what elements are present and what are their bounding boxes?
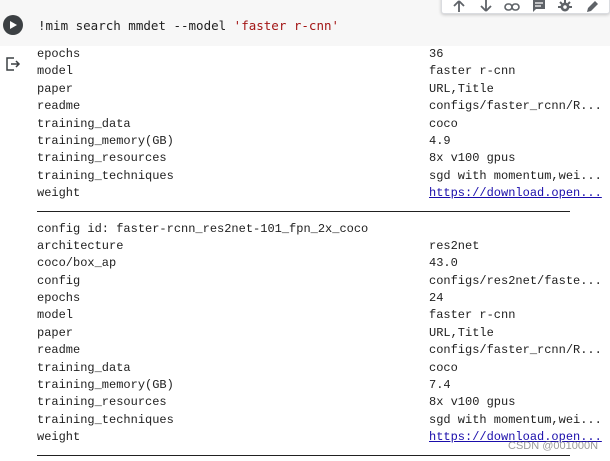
output-key: training_data [37, 360, 131, 375]
output-row: training_techniques sgd with momentum,wei… [37, 168, 610, 185]
output-key: paper [37, 81, 74, 96]
output-value: https://download.open... [429, 185, 610, 202]
output-value: faster r-cnn [429, 308, 516, 323]
output-value: coco [429, 116, 458, 131]
output-key: epochs [37, 47, 81, 61]
move-down-icon[interactable] [478, 0, 494, 12]
output-key: readme [37, 99, 81, 114]
weight-link[interactable]: https://download.open... [429, 186, 602, 200]
output-value: coco [429, 360, 458, 375]
settings-icon[interactable] [557, 0, 573, 12]
output-actions-icon[interactable] [5, 56, 21, 72]
output-key: training_techniques [37, 168, 174, 183]
output-row: training_techniques sgd with momentum,wei… [37, 412, 610, 429]
output-value: faster r-cnn [429, 64, 516, 79]
output-value: 43.0 [429, 256, 458, 271]
output-row: epochs 24 [37, 290, 610, 307]
output-value: sgd with momentum,wei... [429, 168, 602, 183]
output-value: res2net [429, 238, 480, 253]
output-value: URL,Title [429, 81, 494, 96]
output-key: weight [37, 430, 81, 445]
output-key: coco/box_ap [37, 256, 117, 271]
output-row: coco/box_ap 43.0 [37, 255, 610, 272]
output-row: weight https://download.open... [37, 185, 610, 202]
output-key: config [37, 273, 81, 288]
code-command: !mim search mmdet --model [38, 18, 234, 33]
output-key: training_memory(GB) [37, 133, 174, 148]
output-key: training_techniques [37, 412, 174, 427]
cell-toolbar [441, 0, 610, 14]
output-value: 8x v100 gpus [429, 395, 516, 410]
output-value: 36 [429, 47, 444, 61]
output-block-1: epochs 36 model faster r-cnn paper URL,Title r… [37, 46, 610, 203]
output-value: 4.9 [429, 133, 451, 148]
output-key: training_resources [37, 395, 167, 410]
output-key: architecture [37, 238, 124, 253]
output-block-2: architecture res2net coco/box_ap 43.0 config… [37, 238, 610, 447]
output-row: model faster r-cnn [37, 63, 610, 80]
output-value: configs/faster_rcnn/R... [429, 99, 602, 114]
code-editor[interactable]: !mim search mmdet --model 'faster r-cnn' [38, 18, 339, 34]
edit-icon[interactable] [584, 0, 600, 12]
output-value: configs/res2net/faste... [429, 273, 602, 288]
output-row: paper URL,Title [37, 81, 610, 98]
link-icon[interactable] [504, 0, 521, 12]
output-row: training_resources 8x v100 gpus [37, 150, 610, 167]
output-key: training_resources [37, 151, 167, 166]
output-value: configs/faster_rcnn/R... [429, 343, 602, 358]
output-key: paper [37, 325, 74, 340]
output-row: training_memory(GB) 4.9 [37, 133, 610, 150]
output-value: 7.4 [429, 378, 451, 393]
output-row: training_memory(GB) 7.4 [37, 377, 610, 394]
output-row: readme configs/faster_rcnn/R... [37, 342, 610, 359]
move-up-icon[interactable] [451, 0, 467, 12]
output-key: epochs [37, 291, 81, 306]
output-value: 8x v100 gpus [429, 151, 516, 166]
output-row: training_resources 8x v100 gpus [37, 394, 610, 411]
output-key: training_memory(GB) [37, 378, 174, 393]
output-separator [37, 454, 570, 456]
output-row: model faster r-cnn [37, 307, 610, 324]
output-key: weight [37, 186, 81, 201]
output-row: architecture res2net [37, 238, 610, 255]
output-row: training_data coco [37, 116, 610, 133]
output-key: model [37, 64, 74, 79]
code-cell[interactable]: !mim search mmdet --model 'faster r-cnn' [0, 0, 610, 46]
comment-icon[interactable] [531, 0, 547, 12]
output-row: readme configs/faster_rcnn/R... [37, 98, 610, 115]
notebook-page: !mim search mmdet --model 'faster r-cnn' [0, 0, 610, 461]
play-icon [10, 21, 17, 29]
output-value: 24 [429, 291, 444, 306]
output-key: model [37, 308, 74, 323]
output-value: URL,Title [429, 325, 494, 340]
cell-output: epochs 36 model faster r-cnn paper URL,Title r… [37, 46, 610, 461]
output-row: epochs 36 [37, 46, 610, 63]
output-row: training_data coco [37, 360, 610, 377]
output-key: readme [37, 343, 81, 358]
watermark-text: CSDN @001000N [508, 440, 599, 452]
run-cell-button[interactable] [3, 15, 23, 35]
config-id-line: config id: faster-rcnn_res2net-101_fpn_2… [37, 221, 369, 236]
output-row: paper URL,Title [37, 325, 610, 342]
output-key: training_data [37, 116, 131, 131]
output-value: sgd with momentum,wei... [429, 412, 602, 427]
output-row: config configs/res2net/faste... [37, 273, 610, 290]
output-separator [37, 210, 570, 212]
code-string-literal: 'faster r-cnn' [233, 18, 340, 33]
